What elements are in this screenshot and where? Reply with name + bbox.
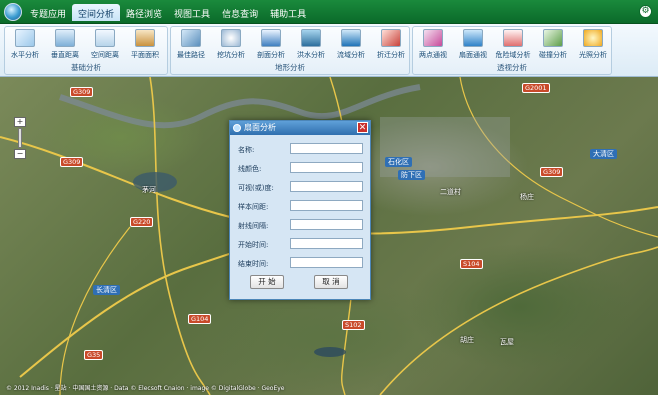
group-basic-analysis: 水平分析 垂直距离 空间距离 平面面积 基础分析 — [4, 26, 168, 75]
ribbon-toolbar: 水平分析 垂直距离 空间距离 平面面积 基础分析 最佳路径 挖坑分析 剖面分析 — [0, 24, 658, 77]
field-label: 结束时间: — [238, 260, 269, 268]
tool-two-point-visibility[interactable]: 两点通视 — [413, 29, 453, 60]
spatial-distance-icon — [95, 29, 115, 47]
field-name-row: 名称: — [238, 143, 366, 157]
dialog-title: 扇面分析 — [244, 123, 276, 132]
road-label: G220 — [130, 217, 154, 227]
tool-collision[interactable]: 碰撞分析 — [533, 29, 573, 60]
tool-spatial-distance[interactable]: 空间距离 — [85, 29, 125, 60]
collision-icon — [543, 29, 563, 47]
excavation-icon — [221, 29, 241, 47]
place-label: 杨庄 — [520, 193, 534, 201]
end-time-input[interactable] — [290, 257, 363, 268]
tool-plane-area[interactable]: 平面面积 — [125, 29, 165, 60]
tool-danger-zone[interactable]: 危险域分析 — [493, 29, 533, 60]
main-menu: 专题应用 空间分析 路径浏览 视图工具 信息查询 辅助工具 — [24, 4, 312, 21]
zoom-control: + − — [14, 117, 26, 159]
tool-relocation[interactable]: 折迁分析 — [371, 29, 411, 60]
tool-excavation[interactable]: 挖坑分析 — [211, 29, 251, 60]
field-ray-interval-row: 射线间隔: — [238, 219, 366, 233]
visibility-input[interactable] — [290, 181, 363, 192]
tool-watershed[interactable]: 流域分析 — [331, 29, 371, 60]
zoom-slider[interactable] — [18, 128, 22, 148]
place-label: 防下区 — [398, 170, 425, 180]
field-label: 名称: — [238, 146, 255, 154]
flood-icon — [301, 29, 321, 47]
menu-item-path-browse[interactable]: 路径浏览 — [120, 4, 168, 21]
field-end-time-row: 结束时间: — [238, 257, 366, 271]
group-terrain-analysis: 最佳路径 挖坑分析 剖面分析 洪水分析 流域分析 折迁分析 地形分析 — [170, 26, 410, 75]
group-visibility-analysis: 两点通视 扇面通视 危险域分析 碰撞分析 光照分析 透视分析 — [412, 26, 612, 75]
road-label: S104 — [460, 259, 483, 269]
field-sample-spacing-row: 样本间距: — [238, 200, 366, 214]
danger-warning-icon — [503, 29, 523, 47]
menu-item-view-tools[interactable]: 视图工具 — [168, 4, 216, 21]
profile-icon — [261, 29, 281, 47]
place-label: 瓦屋 — [500, 338, 514, 346]
dialog-titlebar[interactable]: 扇面分析 ✕ — [230, 121, 370, 135]
field-start-time-row: 开始时间: — [238, 238, 366, 252]
sample-spacing-input[interactable] — [290, 200, 363, 211]
start-button[interactable]: 开 始 — [250, 275, 284, 289]
tool-best-path[interactable]: 最佳路径 — [171, 29, 211, 60]
tool-vertical-distance[interactable]: 垂直距离 — [45, 29, 85, 60]
field-label: 样本间距: — [238, 203, 269, 211]
road-label: G309 — [60, 157, 84, 167]
horizontal-ruler-icon — [15, 29, 35, 47]
tool-sector-visibility[interactable]: 扇面通视 — [453, 29, 493, 60]
tool-illumination[interactable]: 光照分析 — [573, 29, 613, 60]
name-input[interactable] — [290, 143, 363, 154]
place-label: 二道村 — [440, 188, 461, 196]
menu-item-spatial-analysis[interactable]: 空间分析 — [72, 4, 121, 21]
best-path-icon — [181, 29, 201, 47]
cancel-button[interactable]: 取 消 — [314, 275, 348, 289]
sun-icon — [583, 29, 603, 47]
field-label: 射线间隔: — [238, 222, 269, 230]
map-attribution: © 2012 Inadis · 星站 · 中国国土资源 · Data © Ele… — [6, 385, 285, 392]
tool-flood[interactable]: 洪水分析 — [291, 29, 331, 60]
road-label: G104 — [188, 314, 212, 324]
road-label: G35 — [84, 350, 104, 360]
line-color-input[interactable] — [290, 162, 363, 173]
place-label: 长清区 — [93, 285, 120, 295]
sector-visibility-icon — [463, 29, 483, 47]
start-time-input[interactable] — [290, 238, 363, 249]
field-line-color-row: 线颜色: — [238, 162, 366, 176]
menu-item-topic[interactable]: 专题应用 — [24, 4, 72, 21]
tool-horizontal-analysis[interactable]: 水平分析 — [5, 29, 45, 60]
sector-analysis-dialog: 扇面分析 ✕ 名称: 线颜色: 可视(或)度: 样本间距: 射线间隔: 开始时间… — [229, 120, 371, 300]
ray-interval-input[interactable] — [290, 219, 363, 230]
dialog-app-icon — [233, 124, 241, 132]
menu-item-info-query[interactable]: 信息查询 — [216, 4, 264, 21]
place-label: 石化区 — [385, 157, 412, 167]
field-visibility-row: 可视(或)度: — [238, 181, 366, 195]
close-icon[interactable]: ✕ — [357, 122, 368, 133]
two-point-visibility-icon — [423, 29, 443, 47]
watershed-icon — [341, 29, 361, 47]
road-label: G309 — [540, 167, 564, 177]
place-label: 茅河 — [142, 186, 156, 194]
menu-item-aux-tools[interactable]: 辅助工具 — [264, 4, 312, 21]
zoom-out-button[interactable]: − — [14, 149, 26, 159]
vertical-distance-icon — [55, 29, 75, 47]
field-label: 线颜色: — [238, 165, 262, 173]
field-label: 可视(或)度: — [238, 184, 274, 192]
road-label: G2001 — [522, 83, 550, 93]
zoom-in-button[interactable]: + — [14, 117, 26, 127]
top-menu-bar: 专题应用 空间分析 路径浏览 视图工具 信息查询 辅助工具 ⚙ — [0, 0, 658, 24]
field-label: 开始时间: — [238, 241, 269, 249]
relocation-icon — [381, 29, 401, 47]
place-label: 胡庄 — [460, 336, 474, 344]
road-label: G309 — [70, 87, 94, 97]
place-label: 大清区 — [590, 149, 617, 159]
tool-profile[interactable]: 剖面分析 — [251, 29, 291, 60]
plane-area-icon — [135, 29, 155, 47]
settings-icon[interactable]: ⚙ — [639, 5, 652, 18]
app-logo-icon — [4, 3, 22, 21]
road-label: S102 — [342, 320, 365, 330]
